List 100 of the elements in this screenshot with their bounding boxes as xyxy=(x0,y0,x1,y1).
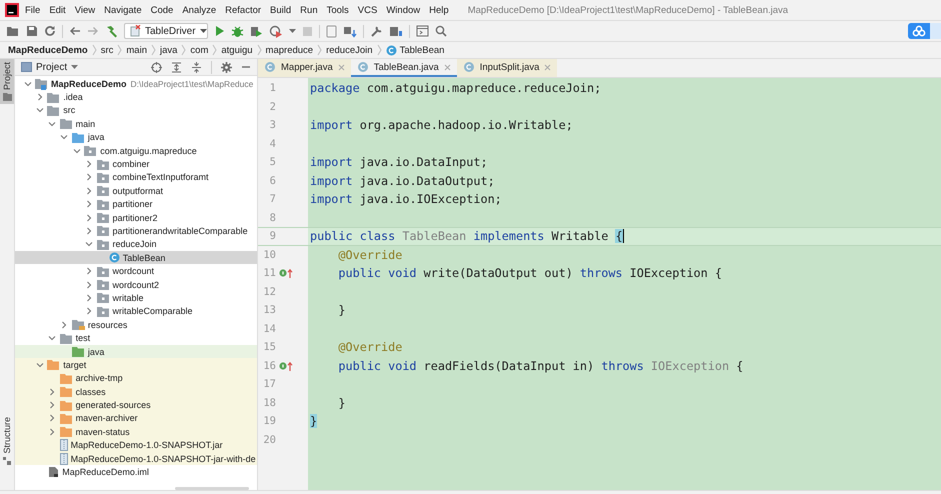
expand-all-icon[interactable] xyxy=(171,62,182,72)
breadcrumb[interactable]: com xyxy=(190,44,208,56)
breadcrumb[interactable]: src xyxy=(100,44,114,56)
tree-item[interactable]: com.atguigu.mapreduce xyxy=(15,144,257,158)
tree-item[interactable]: combiner xyxy=(15,157,257,171)
tree-label: src xyxy=(63,105,76,116)
tree-item[interactable]: partitionerandwritableComparable xyxy=(15,224,257,238)
menu-item[interactable]: Build xyxy=(270,4,292,16)
run-configuration-dropdown[interactable]: TableDriver xyxy=(124,23,208,39)
menu-item[interactable]: Help xyxy=(429,4,449,16)
side-tab[interactable]: Project xyxy=(0,59,14,104)
save-icon[interactable] xyxy=(26,25,38,37)
tree-label: MapReduceDemo-1.0-SNAPSHOT.jar xyxy=(70,440,223,450)
tree-item[interactable]: generated-sources xyxy=(15,398,257,412)
tree-item[interactable]: wordcount2 xyxy=(15,278,257,292)
menu-item[interactable]: Refactor xyxy=(225,4,262,16)
menu-item[interactable]: Analyze xyxy=(182,4,216,16)
menu-item[interactable]: Run xyxy=(300,4,318,16)
tree-item[interactable]: outputformat xyxy=(15,184,257,198)
tree-item[interactable]: test xyxy=(15,331,257,345)
chevron-down-icon[interactable] xyxy=(85,240,93,248)
tree-item[interactable]: java xyxy=(15,130,257,144)
window-icon[interactable] xyxy=(416,25,429,37)
tree-item[interactable]: java xyxy=(15,344,257,358)
tree-label: test xyxy=(76,333,90,344)
run-icon[interactable] xyxy=(214,25,225,37)
refresh-icon[interactable] xyxy=(44,25,56,37)
chevron-right-icon[interactable] xyxy=(36,93,44,102)
tree-item[interactable]: maven-status xyxy=(15,425,257,439)
tree-label: generated-sources xyxy=(76,400,151,410)
tree-item[interactable]: classes xyxy=(15,384,257,398)
coverage-icon[interactable] xyxy=(250,24,263,38)
chevron-down-icon[interactable] xyxy=(48,334,56,342)
menu-item[interactable]: View xyxy=(74,4,96,16)
menu-item[interactable]: Navigate xyxy=(104,4,142,16)
settings-icon[interactable] xyxy=(221,62,232,72)
tree-item[interactable]: maven-archiver xyxy=(15,412,257,426)
chevron-right-icon[interactable] xyxy=(60,320,68,329)
editor-tab[interactable]: InputSplit.java xyxy=(456,59,558,77)
chevron-down-icon[interactable] xyxy=(24,80,32,88)
menu-item[interactable]: File xyxy=(25,4,40,16)
back-arrow-icon[interactable] xyxy=(69,25,81,37)
profiler-icon[interactable] xyxy=(269,24,283,38)
tree-item[interactable]: partitioner xyxy=(15,198,257,211)
breadcrumb[interactable]: main xyxy=(126,44,147,56)
editor-tab[interactable]: Mapper.java xyxy=(258,59,351,77)
tree-item[interactable]: MapReduceDemo-1.0-SNAPSHOT-jar-with-de xyxy=(15,452,257,466)
menu-item[interactable]: Tools xyxy=(326,4,349,16)
open-folder-icon[interactable] xyxy=(6,25,20,37)
tree-item[interactable]: MapReduceDemo-1.0-SNAPSHOT.jar xyxy=(15,438,257,452)
tree-item[interactable]: resources xyxy=(15,318,257,332)
breadcrumb[interactable]: MapReduceDemo xyxy=(8,44,88,56)
tree-item[interactable]: main xyxy=(15,117,257,131)
breadcrumb[interactable]: atguigu xyxy=(221,44,253,56)
breadcrumb[interactable]: mapreduce xyxy=(266,44,314,56)
tree-item[interactable]: TableBean xyxy=(15,251,257,264)
tree-item[interactable]: reduceJoin xyxy=(15,238,257,252)
override-marker-icon[interactable] xyxy=(279,268,293,278)
tree-item[interactable]: writable xyxy=(15,291,257,305)
tree-item[interactable]: wordcount xyxy=(15,264,257,278)
tree-item[interactable]: archive-tmp xyxy=(15,372,257,385)
class-icon xyxy=(264,61,276,73)
locate-icon[interactable] xyxy=(151,62,162,72)
panel-title[interactable]: Project xyxy=(21,62,78,72)
bug-icon[interactable] xyxy=(231,24,244,38)
tree-label: target xyxy=(63,360,86,370)
breadcrumb[interactable]: reduceJoin xyxy=(326,44,373,56)
project-structure-icon[interactable] xyxy=(389,24,403,38)
breadcrumb[interactable]: TableBean xyxy=(386,44,444,56)
tree-item[interactable]: MapReduceDemo.iml xyxy=(15,465,257,479)
tree-item[interactable]: .idea xyxy=(15,90,257,104)
device-icon[interactable] xyxy=(326,24,337,38)
editor-tab[interactable]: TableBean.java xyxy=(350,59,457,77)
caret-icon[interactable] xyxy=(289,28,296,34)
tree-item[interactable]: MapReduceDemo D:\IdeaProject1\test\MapReduce xyxy=(15,77,257,90)
caret-icon xyxy=(200,28,207,34)
collapse-all-icon[interactable] xyxy=(191,62,202,72)
code-text: @Override xyxy=(337,340,402,354)
tree-item[interactable]: writableComparable xyxy=(15,304,257,318)
tree-item[interactable]: src xyxy=(15,104,257,118)
sdk-download-icon[interactable] xyxy=(343,24,357,38)
tree-item[interactable]: combineTextInputforamt xyxy=(15,170,257,184)
menu-item[interactable]: Edit xyxy=(49,4,66,16)
override-marker-icon[interactable] xyxy=(279,360,293,371)
side-tab[interactable]: Structure xyxy=(0,414,14,468)
menu-item[interactable]: VCS xyxy=(358,4,378,16)
class-icon xyxy=(356,61,369,73)
chevron-icon xyxy=(181,44,186,56)
wrench-icon[interactable] xyxy=(370,24,383,38)
tree-item[interactable]: target xyxy=(15,358,257,372)
tree-item[interactable]: partitioner2 xyxy=(15,210,257,224)
search-icon[interactable] xyxy=(435,25,447,37)
chevron-down-icon[interactable] xyxy=(36,360,44,369)
cloud-button[interactable] xyxy=(908,23,930,39)
hammer-icon[interactable] xyxy=(105,24,118,38)
menu-item[interactable]: Window xyxy=(386,4,420,16)
chevron-icon xyxy=(317,44,322,56)
breadcrumb[interactable]: java xyxy=(160,44,178,56)
line-number: 17 xyxy=(262,378,276,390)
menu-item[interactable]: Code xyxy=(150,4,174,16)
